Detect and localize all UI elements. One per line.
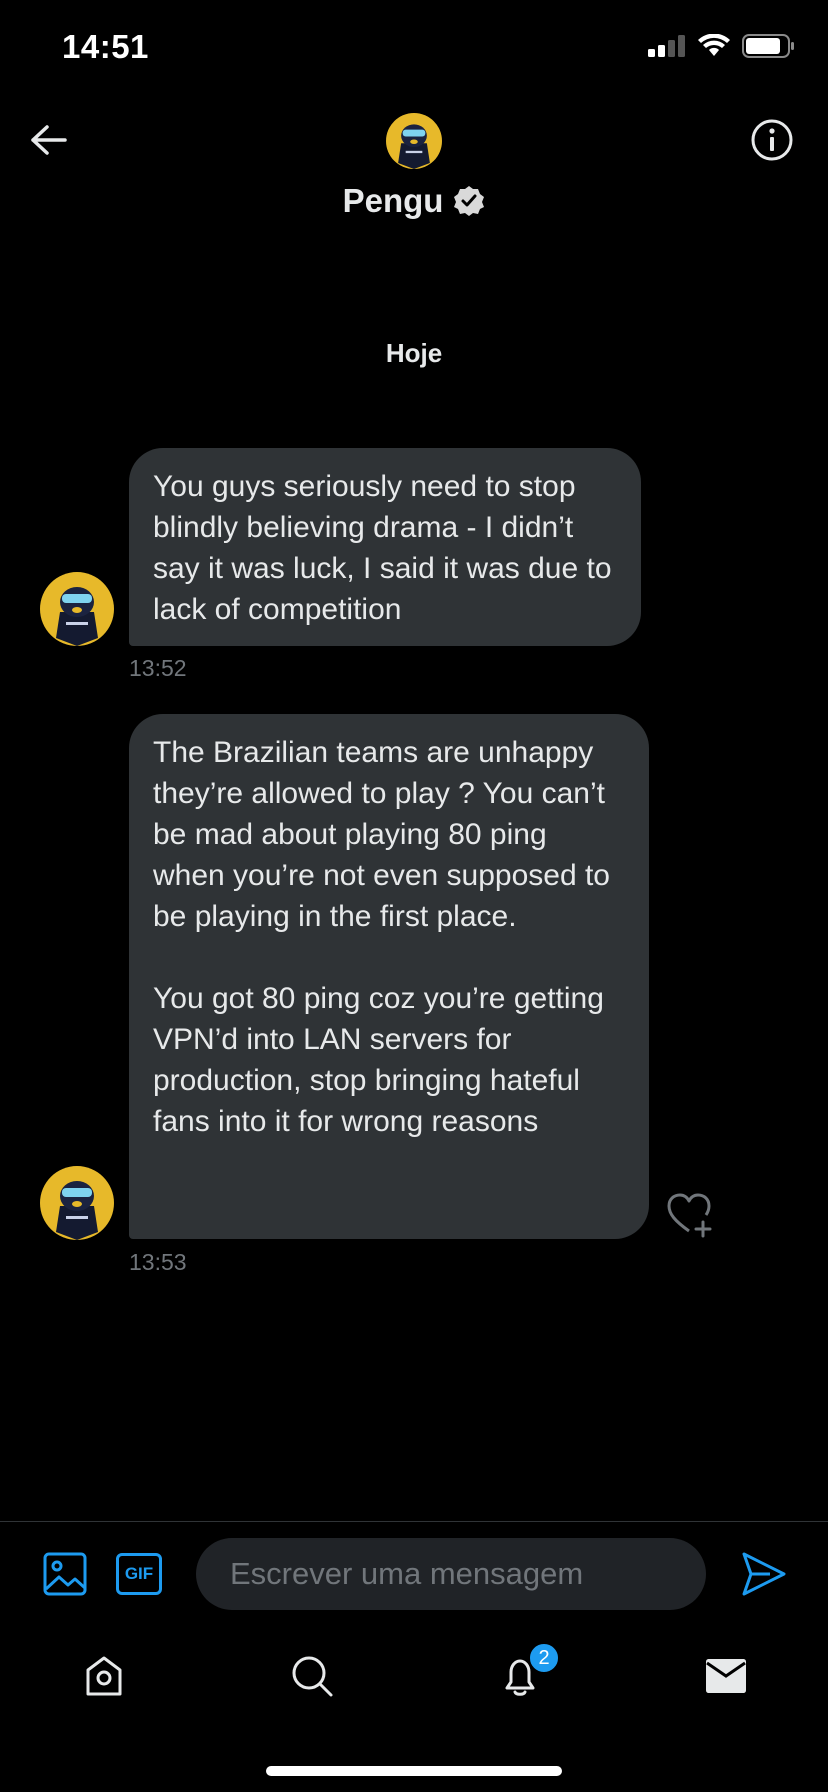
like-message-button[interactable]	[665, 1190, 713, 1238]
notifications-badge: 2	[528, 1642, 560, 1674]
pengu-avatar-icon	[40, 1166, 114, 1240]
back-button[interactable]	[26, 118, 70, 162]
dm-conversation-screen: 14:51 Pengu Hoje You guys seriously need…	[0, 0, 828, 1792]
message-input[interactable]	[196, 1538, 706, 1610]
verified-badge-icon	[454, 186, 485, 216]
sender-avatar[interactable]	[40, 572, 114, 646]
header-name-row[interactable]: Pengu	[0, 182, 828, 220]
message-bubble[interactable]: The Brazilian teams are unhappy they’re …	[129, 714, 649, 1239]
contact-name: Pengu	[342, 182, 444, 219]
info-icon	[751, 119, 793, 161]
pengu-avatar-icon	[386, 113, 442, 169]
battery-icon	[742, 34, 794, 58]
sender-avatar[interactable]	[40, 1166, 114, 1240]
composer-divider	[0, 1521, 828, 1522]
date-separator: Hoje	[385, 338, 443, 368]
tab-messages[interactable]	[700, 1650, 752, 1702]
pengu-avatar-icon	[40, 572, 114, 646]
conversation-info-button[interactable]	[750, 118, 794, 162]
header-avatar[interactable]	[386, 113, 442, 169]
tab-home[interactable]	[78, 1650, 130, 1702]
add-gif-button[interactable]: GIF	[116, 1553, 162, 1595]
arrow-left-icon	[31, 125, 67, 155]
heart-plus-icon	[667, 1193, 712, 1238]
message-bubble[interactable]: You guys seriously need to stop blindly …	[129, 448, 641, 646]
envelope-icon	[706, 1659, 746, 1693]
message-timestamp: 13:53	[129, 1249, 187, 1275]
wifi-icon	[698, 34, 730, 56]
add-photo-button[interactable]	[42, 1551, 88, 1597]
status-icons	[648, 34, 796, 58]
send-button[interactable]	[740, 1550, 788, 1598]
cellular-signal-icon	[648, 35, 685, 57]
message-timestamp: 13:52	[129, 655, 187, 681]
image-icon	[43, 1552, 87, 1596]
home-icon	[86, 1656, 122, 1696]
send-icon	[742, 1552, 786, 1596]
status-time: 14:51	[62, 28, 149, 65]
home-indicator[interactable]	[266, 1766, 562, 1776]
tab-search[interactable]	[286, 1650, 338, 1702]
search-icon	[292, 1656, 333, 1697]
